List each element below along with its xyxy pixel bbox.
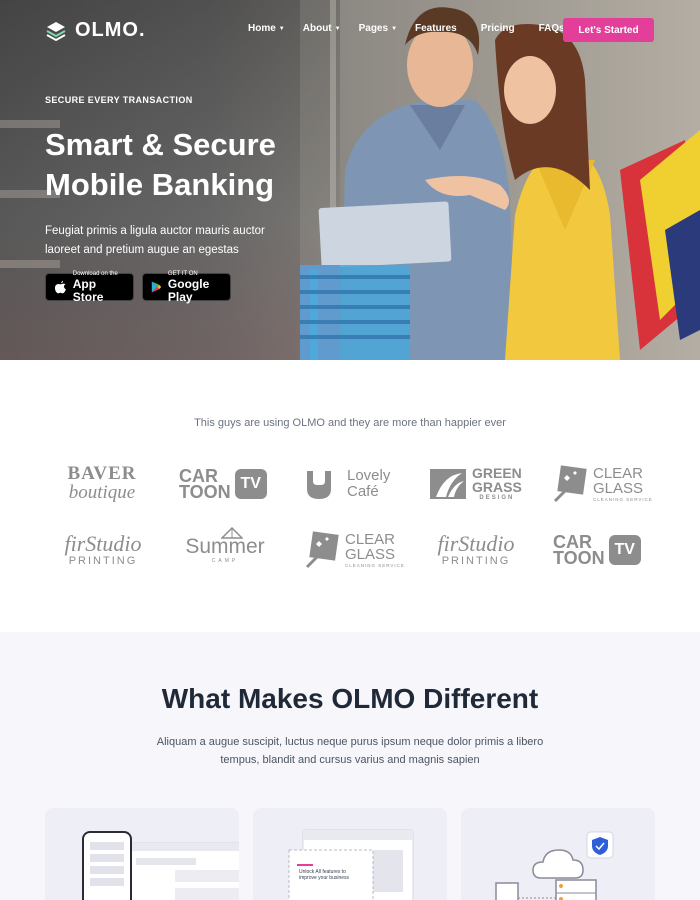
logo-text: CLEAR [593, 464, 644, 482]
logo-text: CLEAR [345, 530, 396, 548]
hero-title: Smart & Secure Mobile Banking [45, 127, 276, 202]
lets-started-button[interactable]: Let's Started [563, 18, 654, 42]
nav-item-features[interactable]: Features [415, 23, 457, 34]
clients-intro: This guys are using OLMO and they are mo… [194, 417, 506, 429]
google-play-icon [151, 281, 162, 293]
logo-text: CLEANING SERVICE [345, 562, 405, 568]
nav-item-faqs[interactable]: FAQs [539, 23, 565, 34]
logo-text: firStudio [64, 531, 142, 556]
chevron-down-icon: ▼ [334, 25, 341, 32]
hero-subtitle: Feugiat primis a ligula auctor mauris au… [45, 225, 265, 256]
client-logo-cartoon-tv: CAR TOON TV [179, 462, 289, 506]
squeegee-icon [553, 465, 587, 503]
tv-badge: TV [234, 469, 267, 499]
nav-item-label: FAQs [538, 23, 565, 34]
apple-icon [54, 280, 66, 294]
logo-text: Summer [185, 535, 265, 558]
client-logo-summer-camp: Summer CAMP [179, 527, 289, 572]
client-logo-cartoon-tv: CAR TOON TV [553, 528, 663, 572]
nav-item-label: Home [248, 23, 276, 34]
features-unlock-illustration [288, 829, 414, 900]
tv-badge: TV [608, 535, 641, 565]
hero-eyebrow: SECURE EVERY TRANSACTION [45, 95, 193, 105]
logo-text: CLEANING SERVICE [593, 496, 653, 502]
logo-text: TOON [553, 548, 605, 568]
logo-text: GLASS [593, 479, 644, 497]
client-logo-clear-glass: CLEAR GLASS CLEANING SERVICE [305, 528, 415, 572]
nav-item-label: Pages [358, 23, 389, 34]
logo-text: PRINTING [68, 555, 138, 567]
nav-item-about[interactable]: About ▼ [303, 23, 341, 34]
client-logo-baver-boutique: BAVER boutique [57, 462, 167, 506]
nav-item-pages[interactable]: Pages ▼ [359, 23, 397, 34]
tent-icon [221, 527, 243, 539]
logo-text: DESIGN [479, 495, 515, 501]
hero-section: OLMO. Home ▼ About ▼ Pages ▼ Features Prici… [0, 0, 700, 360]
logo-text: Lovely [347, 467, 391, 484]
logo-text: GLASS [345, 545, 396, 563]
coffee-cup-icon [307, 471, 331, 499]
nav-item-label: Pricing [480, 23, 515, 34]
chevron-down-icon: ▼ [278, 25, 285, 32]
google-play-button[interactable]: GET IT ON Google Play [142, 271, 231, 304]
nav-item-label: Features [415, 23, 457, 34]
logo-text: Café [347, 483, 379, 500]
google-play-big-text: Google Play [167, 276, 210, 304]
client-logo-lovely-cafe: Lovely Café [305, 462, 415, 506]
logo-text: GREEN [472, 465, 522, 481]
grass-leaf-icon [430, 469, 466, 499]
layers-logo-icon [46, 21, 66, 41]
squeegee-icon [305, 531, 339, 569]
phone-dashboard-illustration [82, 831, 239, 900]
main-menu: Home ▼ About ▼ Pages ▼ Features Pricing FAQ… [248, 23, 565, 34]
features-title: What Makes OLMO Different [161, 683, 539, 714]
client-logo-clear-glass: CLEAR GLASS CLEANING SERVICE [553, 462, 663, 506]
client-logo-firstudio: firStudio PRINTING [57, 528, 167, 572]
logo-text: PRINTING [441, 555, 511, 567]
chevron-down-icon: ▼ [391, 25, 398, 32]
feature-card-3 [461, 808, 655, 900]
app-store-button[interactable]: Download on the App Store [45, 271, 134, 304]
logo-text: TOON [179, 482, 231, 502]
app-store-big-text: App Store [72, 276, 104, 304]
nav-item-home[interactable]: Home ▼ [248, 23, 285, 34]
top-navigation: OLMO. Home ▼ About ▼ Pages ▼ Features Prici… [0, 0, 700, 60]
logo-text: firStudio [437, 531, 515, 556]
feature-card-1 [45, 808, 239, 900]
card-caption: Unlock All features to improve your busi… [299, 869, 350, 881]
feature-card-2: Unlock All features to improve your busi… [253, 808, 447, 900]
logo-text: boutique [68, 482, 136, 503]
nav-item-pricing[interactable]: Pricing [481, 23, 515, 34]
nav-item-label: About [302, 23, 332, 34]
logo-text: CAMP [211, 558, 239, 564]
logo-text: GRASS [472, 479, 522, 495]
client-logo-firstudio: firStudio PRINTING [430, 528, 540, 572]
brand-name: OLMO. [75, 19, 146, 41]
cloud-security-illustration [495, 831, 614, 900]
brand-logo[interactable]: OLMO. [45, 19, 146, 42]
hero-shelf [0, 260, 60, 268]
logo-text: BAVER [67, 463, 137, 484]
features-subtitle: Aliquam a augue suscipit, luctus neque p… [156, 736, 544, 766]
client-logo-green-grass: GREEN GRASS DESIGN [430, 462, 540, 506]
